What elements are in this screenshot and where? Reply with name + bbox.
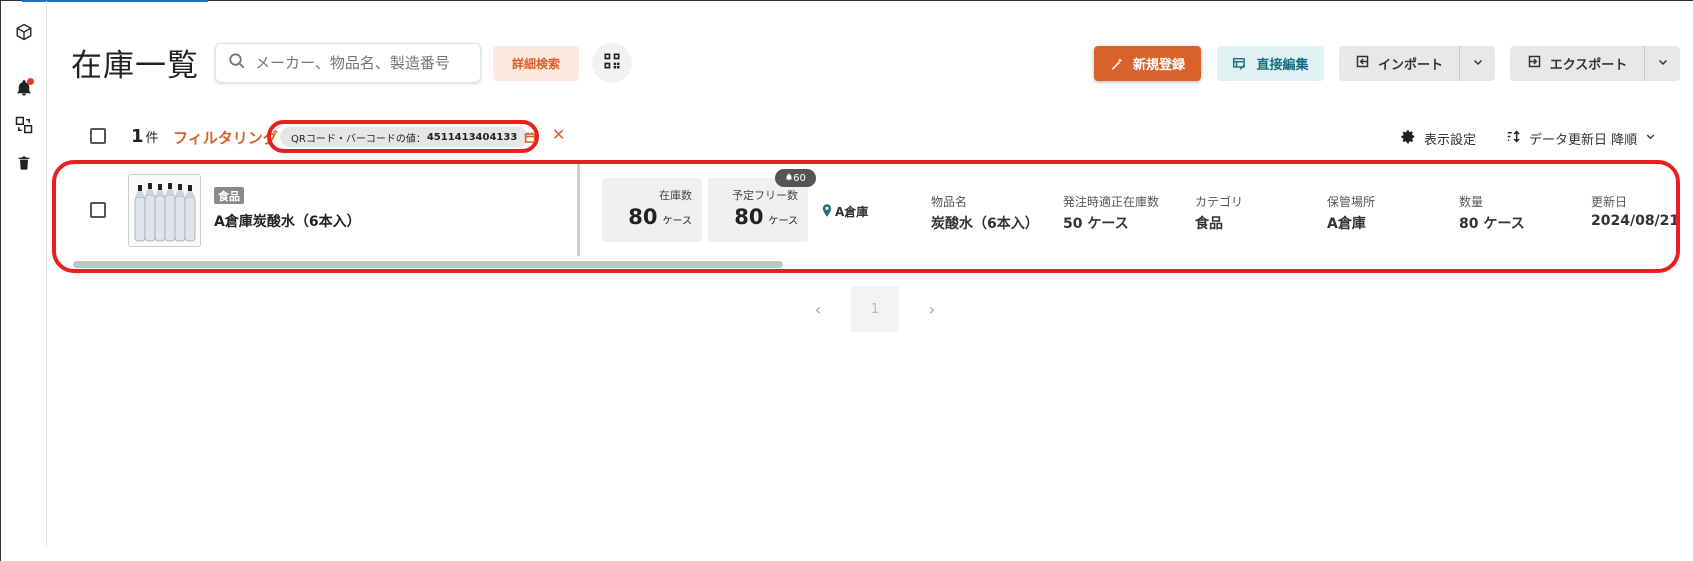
top-border [0,0,1693,1]
search-input[interactable] [255,54,465,72]
sort-label: データ更新日 降順 [1529,133,1638,148]
import-icon [1355,54,1370,73]
filtering-label[interactable]: フィルタリング [173,127,278,148]
display-settings-button[interactable]: 表示設定 [1401,129,1476,148]
result-count-value: 1 [131,126,144,147]
export-label: エクスポート [1549,58,1628,73]
result-count: 1件 [131,126,159,147]
display-settings-label: 表示設定 [1424,133,1477,148]
export-button[interactable]: エクスポート [1510,46,1644,81]
import-dropdown-button[interactable] [1459,46,1495,81]
detail-search-button[interactable]: 詳細検索 [493,46,579,81]
sort-icon [1506,129,1521,148]
search-box[interactable] [215,43,481,83]
new-registration-label: 新規登録 [1132,58,1185,73]
page-title: 在庫一覧 [71,48,199,84]
edit-table-icon [1232,57,1247,71]
export-icon [1527,54,1542,73]
sort-control[interactable]: データ更新日 降順 [1506,129,1656,148]
notification-dot [27,78,34,85]
export-button-group: エクスポート [1510,46,1680,81]
result-count-unit: 件 [145,131,159,146]
chevron-down-icon [1472,56,1484,72]
gear-icon [1401,129,1416,148]
direct-edit-label: 直接編集 [1256,58,1309,73]
direct-edit-button[interactable]: 直接編集 [1217,46,1324,81]
qr-scan-button[interactable] [592,43,632,83]
search-icon [228,52,246,74]
clear-filter-button[interactable]: ✕ [552,125,565,144]
qr-code-icon [602,51,622,75]
app-window: 在庫一覧 詳細検索 新規登録 直接編集 インポート [0,0,1693,561]
row-highlight-outline [52,160,1680,273]
top-accent-bar [22,0,208,2]
import-button-group: インポート [1339,46,1495,81]
export-dropdown-button[interactable] [1644,46,1680,81]
magic-wand-icon [1110,57,1124,71]
import-label: インポート [1377,58,1443,73]
box-icon[interactable] [13,21,35,43]
sidebar [1,1,47,546]
current-page-button[interactable]: 1 [851,286,899,332]
trash-icon[interactable] [13,152,35,174]
chevron-down-icon [1645,131,1656,146]
transfer-icon[interactable] [13,114,35,136]
bell-icon[interactable] [13,77,35,99]
new-registration-button[interactable]: 新規登録 [1094,46,1201,81]
import-button[interactable]: インポート [1339,46,1459,81]
calendar-icon[interactable] [524,129,536,148]
chevron-down-icon [1657,56,1669,72]
next-page-button[interactable]: › [917,286,947,332]
select-all-checkbox[interactable] [90,128,106,144]
prev-page-button[interactable]: ‹ [803,286,833,332]
chip-highlight-outline [267,120,539,153]
